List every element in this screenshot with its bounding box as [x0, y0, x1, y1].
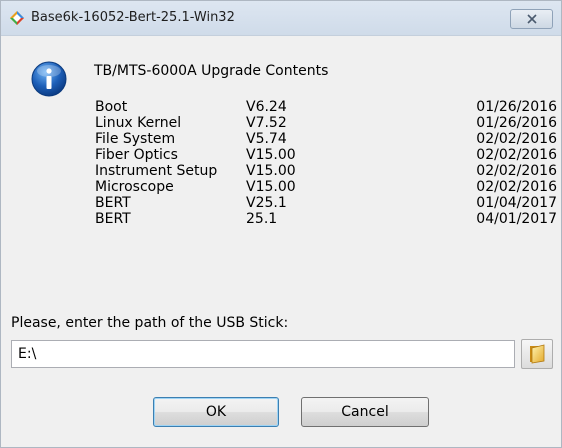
item-date: 02/02/2016	[476, 147, 557, 163]
cancel-button[interactable]: Cancel	[301, 397, 429, 427]
info-icon	[31, 61, 67, 97]
list-item: Linux Kernel V7.52 01/26/2016	[95, 115, 557, 131]
item-version: V15.00	[246, 179, 296, 195]
item-version: 25.1	[246, 211, 278, 227]
item-version: V5.74	[246, 131, 287, 147]
item-date: 04/01/2017	[476, 211, 557, 227]
list-item: BERT V25.1 01/04/2017	[95, 195, 557, 211]
list-item: BERT 25.1 04/01/2017	[95, 211, 557, 227]
item-name: Boot	[95, 99, 128, 115]
app-diamond-icon	[10, 11, 24, 25]
item-date: 01/26/2016	[476, 115, 557, 131]
item-name: BERT	[95, 211, 131, 227]
folder-icon	[530, 344, 545, 364]
dialog-window: Base6k-16052-Bert-25.1-Win32 TB/MTS-6000…	[0, 0, 562, 448]
item-name: Fiber Optics	[95, 147, 178, 163]
item-date: 01/26/2016	[476, 99, 557, 115]
item-date: 02/02/2016	[476, 131, 557, 147]
usb-path-input[interactable]	[11, 340, 515, 368]
item-name: File System	[95, 131, 176, 147]
item-version: V25.1	[246, 195, 287, 211]
item-name: BERT	[95, 195, 131, 211]
item-version: V7.52	[246, 115, 287, 131]
item-name: Linux Kernel	[95, 115, 182, 131]
upgrade-contents-list: Boot V6.24 01/26/2016 Linux Kernel V7.52…	[95, 99, 557, 227]
close-button[interactable]	[510, 9, 553, 29]
ok-button[interactable]: OK	[153, 397, 279, 427]
window-title: Base6k-16052-Bert-25.1-Win32	[31, 10, 235, 25]
dialog-heading: TB/MTS-6000A Upgrade Contents	[94, 63, 329, 79]
item-version: V6.24	[246, 99, 287, 115]
item-date: 02/02/2016	[476, 163, 557, 179]
usb-path-label: Please, enter the path of the USB Stick:	[11, 315, 289, 331]
close-icon	[526, 14, 537, 24]
list-item: Boot V6.24 01/26/2016	[95, 99, 557, 115]
list-item: Microscope V15.00 02/02/2016	[95, 179, 557, 195]
list-item: Instrument Setup V15.00 02/02/2016	[95, 163, 557, 179]
title-bar[interactable]: Base6k-16052-Bert-25.1-Win32	[1, 1, 561, 36]
list-item: File System V5.74 02/02/2016	[95, 131, 557, 147]
item-name: Instrument Setup	[95, 163, 218, 179]
item-date: 02/02/2016	[476, 179, 557, 195]
browse-folder-button[interactable]	[521, 339, 553, 369]
list-item: Fiber Optics V15.00 02/02/2016	[95, 147, 557, 163]
item-version: V15.00	[246, 147, 296, 163]
item-date: 01/04/2017	[476, 195, 557, 211]
item-name: Microscope	[95, 179, 174, 195]
item-version: V15.00	[246, 163, 296, 179]
